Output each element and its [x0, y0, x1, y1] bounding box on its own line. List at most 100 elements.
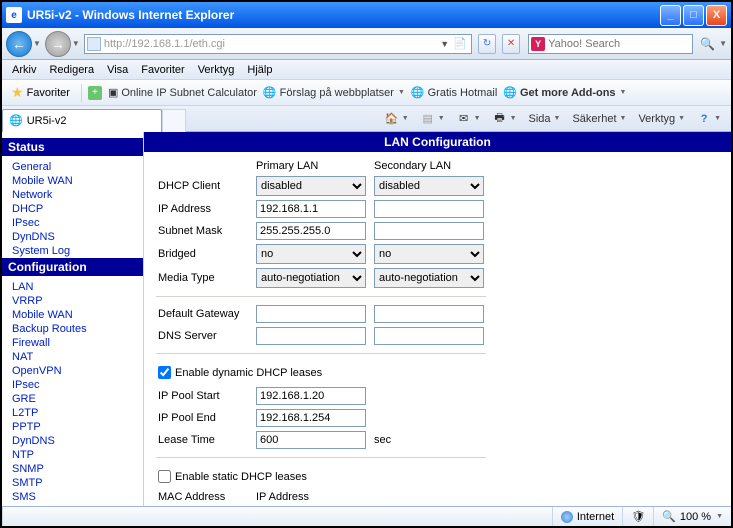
ip-secondary-input[interactable]: [374, 200, 484, 218]
bridged-primary-select[interactable]: no: [256, 244, 366, 264]
sidebar-item-dyndns[interactable]: DynDNS: [12, 434, 133, 448]
refresh-button[interactable]: ↻: [478, 34, 496, 54]
zoom-icon: 🔍: [662, 510, 676, 523]
media-secondary-select[interactable]: auto-negotiation: [374, 268, 484, 288]
sidebar-item-dyndns[interactable]: DynDNS: [12, 230, 133, 244]
sidebar-item-dhcp[interactable]: DHCP: [12, 202, 133, 216]
lease-time-input[interactable]: [256, 431, 366, 449]
globe-icon: [561, 511, 573, 523]
compat-view-icon[interactable]: 📄: [451, 35, 469, 53]
new-tab-button[interactable]: [162, 109, 186, 132]
sidebar-item-backup-routes[interactable]: Backup Routes: [12, 322, 133, 336]
search-menu-chevron-icon[interactable]: ▼: [719, 39, 727, 48]
fav-link-suggestions[interactable]: 🌐 Förslag på webbplatser ▼: [263, 86, 405, 99]
sidebar-item-openvpn[interactable]: OpenVPN: [12, 364, 133, 378]
dhcp-client-secondary-select[interactable]: disabled: [374, 176, 484, 196]
enable-dynamic-dhcp-checkbox[interactable]: [158, 366, 171, 379]
enable-static-dhcp-checkbox[interactable]: [158, 470, 171, 483]
address-dropdown-icon[interactable]: ▼: [438, 39, 451, 49]
sidebar-item-ipsec[interactable]: IPsec: [12, 216, 133, 230]
dns-secondary-input[interactable]: [374, 327, 484, 345]
sidebar-item-snmp[interactable]: SNMP: [12, 462, 133, 476]
menu-arkiv[interactable]: Arkiv: [6, 62, 42, 78]
menu-favoriter[interactable]: Favoriter: [135, 62, 190, 78]
sidebar-item-firewall[interactable]: Firewall: [12, 336, 133, 350]
zoom-control[interactable]: 🔍 100 % ▼: [653, 507, 731, 526]
sidebar-header-configuration: Configuration: [2, 258, 143, 276]
shield-icon: 🛡: [631, 510, 645, 523]
label-pool-start: IP Pool Start: [154, 385, 252, 407]
window-maximize-button[interactable]: □: [683, 5, 704, 26]
gateway-input[interactable]: [256, 305, 366, 323]
chevron-down-icon: ▼: [402, 115, 409, 122]
fav-link-hotmail[interactable]: 🌐 Gratis Hotmail: [411, 86, 497, 99]
sidebar-item-gre[interactable]: GRE: [12, 392, 133, 406]
ip-primary-input[interactable]: [256, 200, 366, 218]
tab-bar: 🌐 UR5i-v2 🏠▼ ▤▼ ✉▼ 🖶▼ Sida▼ Säkerhet▼ Ve…: [2, 106, 731, 132]
dhcp-client-primary-select[interactable]: disabled: [256, 176, 366, 196]
back-button[interactable]: ←: [6, 31, 32, 57]
zoom-value: 100 %: [680, 511, 711, 523]
fav-link-label: Online IP Subnet Calculator: [121, 87, 257, 99]
home-button[interactable]: 🏠▼: [381, 110, 413, 128]
forward-button: →: [45, 31, 71, 57]
safety-menu[interactable]: Säkerhet▼: [568, 111, 630, 127]
forward-menu-chevron-icon[interactable]: ▼: [72, 39, 80, 48]
feeds-button[interactable]: ▤▼: [417, 110, 449, 128]
stop-button[interactable]: ✕: [502, 34, 520, 54]
sidebar-item-system-log[interactable]: System Log: [12, 244, 133, 258]
divider: [156, 353, 486, 354]
fav-link-calculator[interactable]: ▣ Online IP Subnet Calculator: [108, 86, 257, 99]
browser-tab[interactable]: 🌐 UR5i-v2: [2, 109, 162, 132]
sidebar-item-network[interactable]: Network: [12, 188, 133, 202]
sidebar-item-l2tp[interactable]: L2TP: [12, 406, 133, 420]
ie-icon: 🌐: [9, 114, 23, 127]
window-minimize-button[interactable]: _: [660, 5, 681, 26]
sidebar-item-general[interactable]: General: [12, 160, 133, 174]
fav-link-addons[interactable]: 🌐 Get more Add-ons ▼: [503, 86, 626, 99]
chevron-down-icon: ▼: [714, 115, 721, 122]
menu-visa[interactable]: Visa: [101, 62, 134, 78]
menu-hjalp[interactable]: Hjälp: [241, 62, 278, 78]
pool-start-input[interactable]: [256, 387, 366, 405]
search-button-icon[interactable]: 🔍: [697, 37, 718, 51]
sidebar-item-mobile-wan[interactable]: Mobile WAN: [12, 308, 133, 322]
page-menu[interactable]: Sida▼: [525, 111, 565, 127]
add-favorite-icon[interactable]: +: [88, 86, 102, 100]
dns-input[interactable]: [256, 327, 366, 345]
print-button[interactable]: 🖶▼: [489, 110, 521, 128]
window-close-button[interactable]: X: [706, 5, 727, 26]
media-primary-select[interactable]: auto-negotiation: [256, 268, 366, 288]
sidebar-item-lan[interactable]: LAN: [12, 280, 133, 294]
favorites-button[interactable]: ★ Favoriter: [6, 82, 75, 103]
mask-primary-input[interactable]: [256, 222, 366, 240]
menu-redigera[interactable]: Redigera: [43, 62, 100, 78]
chevron-down-icon: ▼: [620, 89, 627, 96]
bridged-secondary-select[interactable]: no: [374, 244, 484, 264]
search-box[interactable]: Y: [528, 34, 693, 54]
sidebar-item-pptp[interactable]: PPTP: [12, 420, 133, 434]
page-menu-label: Sida: [529, 113, 551, 125]
sidebar-item-ipsec[interactable]: IPsec: [12, 378, 133, 392]
pool-end-input[interactable]: [256, 409, 366, 427]
zone-label: Internet: [577, 511, 614, 523]
sidebar-item-expansion-port-1[interactable]: Expansion Port 1: [12, 504, 133, 506]
mail-button[interactable]: ✉▼: [453, 110, 485, 128]
help-button[interactable]: ?▼: [693, 110, 725, 128]
search-input[interactable]: [548, 38, 690, 50]
menu-verktyg[interactable]: Verktyg: [192, 62, 241, 78]
sidebar-item-mobile-wan[interactable]: Mobile WAN: [12, 174, 133, 188]
address-input[interactable]: [104, 36, 438, 52]
back-menu-chevron-icon[interactable]: ▼: [33, 39, 41, 48]
feed-icon: ▤: [421, 112, 435, 126]
sidebar-item-ntp[interactable]: NTP: [12, 448, 133, 462]
sidebar-item-sms[interactable]: SMS: [12, 490, 133, 504]
label-ip-address: IP Address: [154, 198, 252, 220]
sidebar-item-smtp[interactable]: SMTP: [12, 476, 133, 490]
mask-secondary-input[interactable]: [374, 222, 484, 240]
gateway-secondary-input[interactable]: [374, 305, 484, 323]
address-bar[interactable]: ▼ 📄: [84, 34, 472, 54]
tools-menu[interactable]: Verktyg▼: [634, 111, 689, 127]
sidebar-item-nat[interactable]: NAT: [12, 350, 133, 364]
sidebar-item-vrrp[interactable]: VRRP: [12, 294, 133, 308]
